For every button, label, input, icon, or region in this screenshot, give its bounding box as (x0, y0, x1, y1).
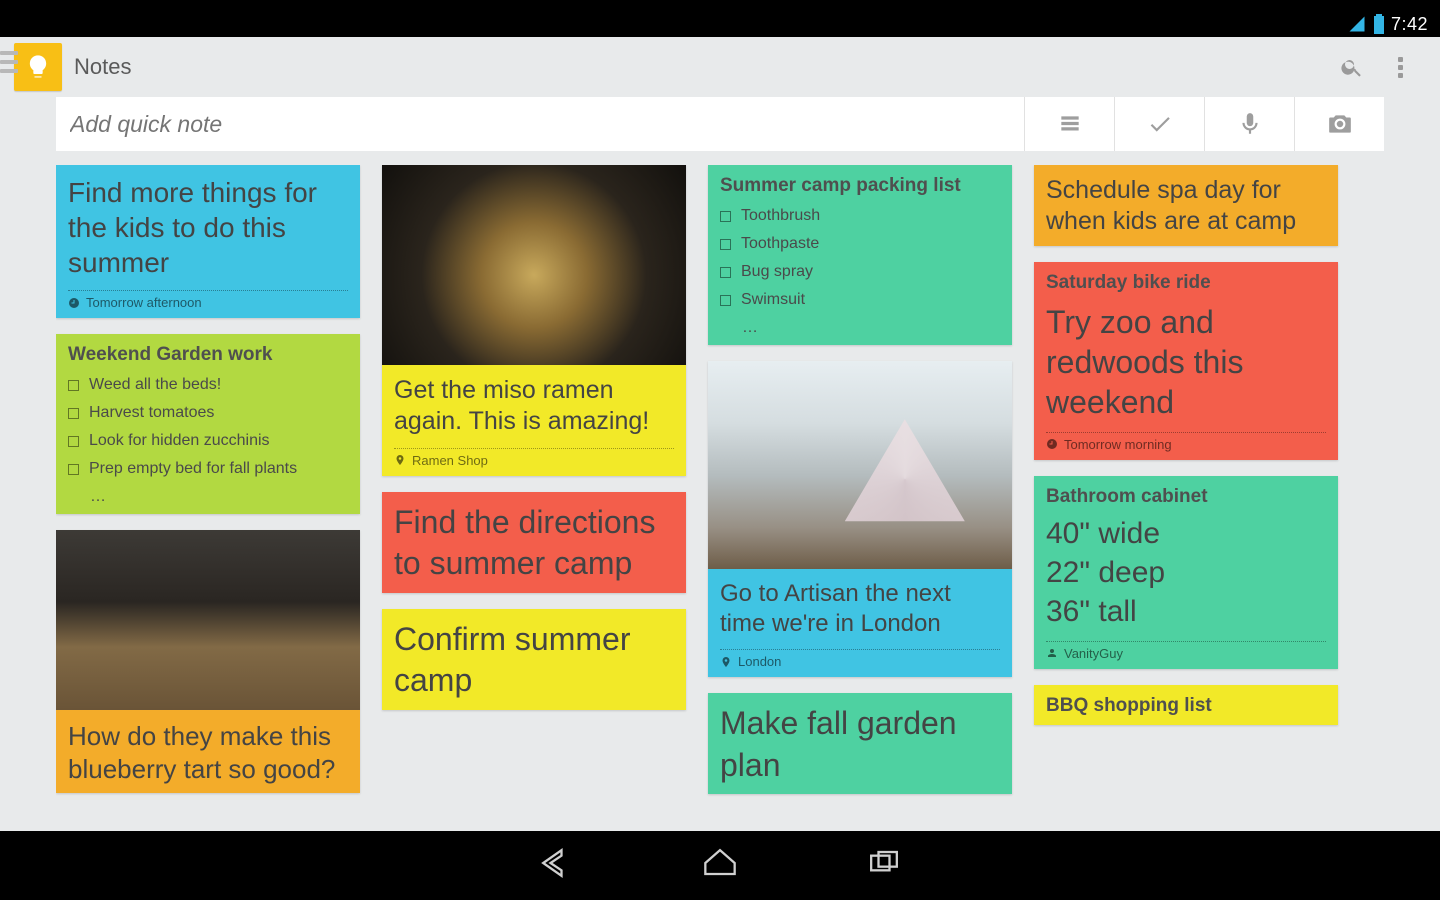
back-button[interactable] (534, 841, 578, 890)
note-text: Get the miso ramen again. This is amazin… (394, 375, 674, 438)
note-text: Go to Artisan the next time we're in Lon… (720, 579, 1000, 639)
status-bar: 7:42 (0, 11, 1440, 37)
drawer-icon[interactable] (0, 51, 18, 73)
note-card[interactable]: How do they make this blueberry tart so … (56, 530, 360, 793)
checklist-item[interactable]: Prep empty bed for fall plants (68, 460, 348, 478)
search-icon (1340, 55, 1364, 79)
checklist-more: … (90, 488, 348, 506)
note-card[interactable]: Weekend Garden work Weed all the beds! H… (56, 334, 360, 514)
lightbulb-icon (24, 53, 52, 81)
note-reminder: Tomorrow afternoon (68, 295, 348, 310)
overflow-menu-button[interactable] (1376, 43, 1424, 91)
checklist-item[interactable]: Harvest tomatoes (68, 404, 348, 422)
note-photo (56, 530, 360, 710)
note-text: Confirm summer camp (394, 619, 674, 702)
note-reminder: Tomorrow morning (1046, 437, 1326, 452)
new-voice-note-button[interactable] (1204, 97, 1294, 151)
note-title: Bathroom cabinet (1046, 486, 1326, 508)
search-button[interactable] (1328, 43, 1376, 91)
note-text: Find the directions to summer camp (394, 502, 674, 585)
note-card[interactable]: Make fall garden plan (708, 693, 1012, 794)
note-title: Summer camp packing list (720, 175, 1000, 197)
home-icon (698, 841, 742, 885)
letterbox-top (0, 0, 1440, 11)
recents-button[interactable] (862, 841, 906, 890)
column-1: Find more things for the kids to do this… (56, 165, 360, 809)
checklist: Toothbrush Toothpaste Bug spray Swimsuit (720, 207, 1000, 309)
microphone-icon (1237, 111, 1263, 137)
column-4: Schedule spa day for when kids are at ca… (1034, 165, 1338, 741)
checklist: Weed all the beds! Harvest tomatoes Look… (68, 376, 348, 478)
note-card[interactable]: Summer camp packing list Toothbrush Toot… (708, 165, 1012, 345)
note-line: 22" deep (1046, 553, 1326, 592)
camera-icon (1327, 111, 1353, 137)
note-card[interactable]: Schedule spa day for when kids are at ca… (1034, 165, 1338, 246)
list-icon (1057, 111, 1083, 137)
checklist-item[interactable]: Toothbrush (720, 207, 1000, 225)
note-location: London (720, 654, 1000, 669)
checklist-item[interactable]: Look for hidden zucchinis (68, 432, 348, 450)
note-text: Make fall garden plan (720, 703, 1000, 786)
quick-note-bar (56, 97, 1384, 151)
checklist-more: … (742, 319, 1000, 337)
note-meta: VanityGuy (1046, 646, 1326, 661)
note-card[interactable]: Get the miso ramen again. This is amazin… (382, 165, 686, 476)
note-photo (382, 165, 686, 365)
note-card[interactable]: Find the directions to summer camp (382, 492, 686, 593)
checklist-item[interactable]: Weed all the beds! (68, 376, 348, 394)
note-location: Ramen Shop (394, 453, 674, 468)
app-icon[interactable] (14, 43, 62, 91)
page-title: Notes (74, 54, 131, 80)
app-surface: Notes Find more things for the (0, 37, 1440, 831)
nav-bar (0, 831, 1440, 900)
checklist-item[interactable]: Toothpaste (720, 235, 1000, 253)
action-bar: Notes (0, 37, 1440, 97)
back-icon (534, 841, 578, 885)
note-text: Try zoo and redwoods this weekend (1046, 302, 1326, 422)
overflow-icon (1398, 57, 1403, 78)
note-card[interactable]: BBQ shopping list (1034, 685, 1338, 725)
clock-icon (68, 297, 80, 309)
recents-icon (862, 841, 906, 885)
note-card[interactable]: Saturday bike ride Try zoo and redwoods … (1034, 262, 1338, 460)
person-icon (1046, 647, 1058, 659)
checklist-item[interactable]: Swimsuit (720, 291, 1000, 309)
note-card[interactable]: Find more things for the kids to do this… (56, 165, 360, 318)
note-card[interactable]: Bathroom cabinet 40" wide 22" deep 36" t… (1034, 476, 1338, 669)
check-icon (1147, 111, 1173, 137)
status-time: 7:42 (1391, 14, 1428, 35)
signal-icon (1347, 15, 1367, 33)
note-title: Weekend Garden work (68, 344, 348, 366)
location-icon (720, 656, 732, 668)
note-title: Saturday bike ride (1046, 272, 1326, 294)
home-button[interactable] (698, 841, 742, 890)
note-card[interactable]: Go to Artisan the next time we're in Lon… (708, 361, 1012, 677)
column-2: Get the miso ramen again. This is amazin… (382, 165, 686, 726)
note-text: Schedule spa day for when kids are at ca… (1046, 175, 1326, 238)
note-line: 36" tall (1046, 592, 1326, 631)
note-card[interactable]: Confirm summer camp (382, 609, 686, 710)
checklist-item[interactable]: Bug spray (720, 263, 1000, 281)
note-text: Find more things for the kids to do this… (68, 175, 348, 280)
note-title: BBQ shopping list (1046, 695, 1326, 717)
column-3: Summer camp packing list Toothbrush Toot… (708, 165, 1012, 810)
location-icon (394, 454, 406, 466)
clock-icon (1046, 438, 1058, 450)
battery-icon (1373, 14, 1385, 34)
quick-note-input[interactable] (56, 97, 1024, 151)
new-list-button[interactable] (1024, 97, 1114, 151)
note-photo (708, 361, 1012, 569)
new-checklist-button[interactable] (1114, 97, 1204, 151)
note-line: 40" wide (1046, 514, 1326, 553)
note-text: How do they make this blueberry tart so … (68, 720, 348, 785)
new-photo-note-button[interactable] (1294, 97, 1384, 151)
notes-grid: Find more things for the kids to do this… (56, 165, 1384, 831)
